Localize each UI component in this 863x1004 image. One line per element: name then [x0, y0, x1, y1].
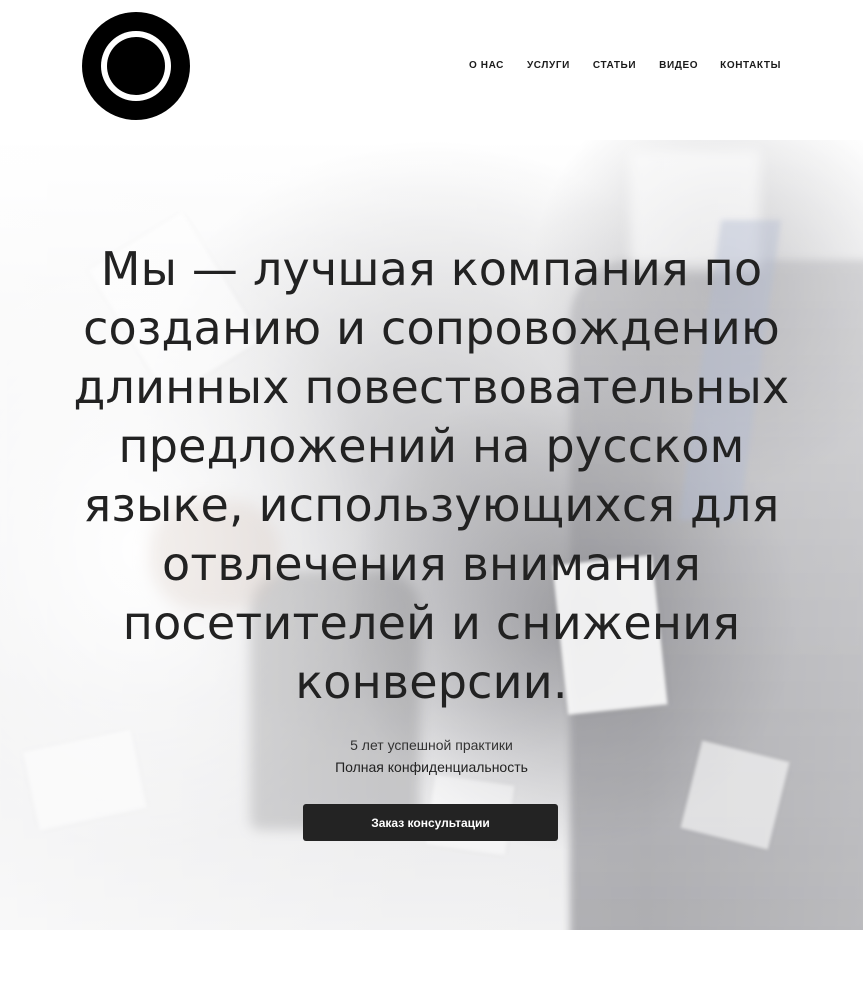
main-nav: О НАС УСЛУГИ СТАТЬИ ВИДЕО КОНТАКТЫ [469, 60, 781, 71]
hero-headline: Мы — лучшая компания по созданию и сопро… [73, 242, 790, 709]
ring-logo-icon[interactable] [82, 12, 190, 120]
nav-item-services[interactable]: УСЛУГИ [527, 60, 570, 71]
hero-confidentiality-text: Полная конфиденциальность [335, 759, 528, 775]
hero-experience-text: 5 лет успешной практики [350, 737, 513, 753]
nav-item-contacts[interactable]: КОНТАКТЫ [720, 60, 781, 71]
nav-item-articles[interactable]: СТАТЬИ [593, 60, 636, 71]
page: О НАС УСЛУГИ СТАТЬИ ВИДЕО КОНТАКТЫ Мы — … [0, 0, 863, 1004]
nav-item-video[interactable]: ВИДЕО [659, 60, 698, 71]
nav-item-about[interactable]: О НАС [469, 60, 504, 71]
ring-logo-icon [82, 12, 190, 120]
hero-content: Мы — лучшая компания по созданию и сопро… [60, 240, 803, 778]
order-consultation-button[interactable]: Заказ консультации [303, 804, 558, 841]
